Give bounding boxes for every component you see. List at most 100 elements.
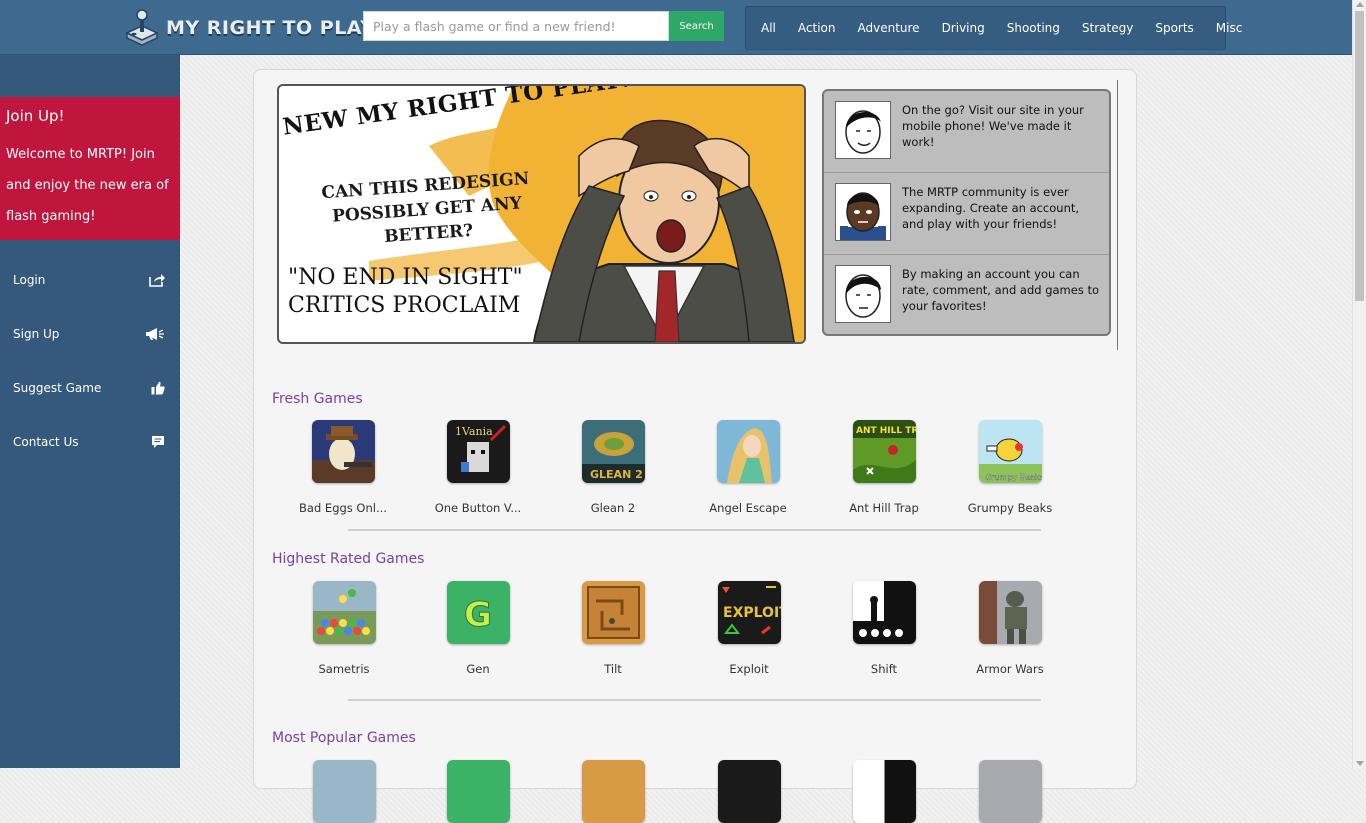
game-tile[interactable] [950, 760, 1070, 823]
category-misc[interactable]: Misc [1205, 21, 1254, 35]
game-thumbnail [581, 760, 645, 823]
logo-text: MY RIGHT TO PLAY [166, 17, 375, 39]
game-tile[interactable]: Bad Eggs Onl... [283, 420, 403, 515]
game-tile[interactable]: Grumpy Beaks Grumpy Beaks [950, 420, 1070, 515]
game-title: Ant Hill Trap [849, 501, 919, 515]
chat-icon [152, 436, 164, 448]
game-tile[interactable]: Tilt [553, 581, 673, 676]
svg-text:1Vania: 1Vania [455, 425, 493, 438]
game-title: Armor Wars [976, 662, 1044, 676]
section-divider [348, 529, 1041, 531]
search-form: Search [363, 11, 724, 41]
game-tile[interactable]: GLEAN 2 Glean 2 [553, 420, 673, 515]
game-thumbnail: Grumpy Beaks [978, 420, 1042, 483]
game-tile[interactable]: 1Vania One Button V... [418, 420, 538, 515]
category-shooting[interactable]: Shooting [996, 21, 1071, 35]
game-tile[interactable]: Armor Wars [950, 581, 1070, 676]
game-tile[interactable] [284, 760, 404, 823]
game-thumbnail: 1Vania [446, 420, 510, 483]
tip-item: The MRTP community is ever expanding. Cr… [824, 173, 1109, 255]
section-title-fresh-games[interactable]: Fresh Games [272, 391, 363, 407]
category-strategy[interactable]: Strategy [1071, 21, 1144, 35]
sidebar-item-contact-us[interactable]: Contact Us [0, 422, 180, 462]
site-logo[interactable]: MY RIGHT TO PLAY [124, 8, 374, 48]
game-thumbnail [978, 760, 1042, 823]
game-thumbnail [581, 581, 645, 644]
game-title: Exploit [729, 662, 769, 676]
game-thumbnail [852, 581, 916, 644]
game-thumbnail [312, 760, 376, 823]
avatar [835, 265, 891, 323]
tip-text: By making an account you can rate, comme… [902, 267, 1100, 313]
search-button[interactable]: Search [669, 11, 724, 41]
joystick-icon [125, 9, 159, 46]
avatar [835, 101, 891, 159]
svg-text:ANT HILL TRAP: ANT HILL TRAP [856, 426, 916, 436]
game-tile[interactable]: ANT HILL TRAP Ant Hill Trap [824, 420, 944, 515]
category-driving[interactable]: Driving [931, 21, 996, 35]
category-adventure[interactable]: Adventure [846, 21, 930, 35]
game-thumbnail: EXPLOIT [717, 581, 781, 644]
divider-line [1117, 80, 1118, 350]
game-tile[interactable] [824, 760, 944, 823]
game-thumbnail: GLEAN 2 [581, 420, 645, 483]
game-tile[interactable]: EXPLOIT Exploit [689, 581, 809, 676]
page-scrollbar[interactable] [1352, 0, 1366, 768]
game-title: Grumpy Beaks [967, 501, 1053, 515]
category-action[interactable]: Action [787, 21, 847, 35]
sidebar-item-label: Sign Up [13, 327, 60, 341]
sidebar-item-sign-up[interactable]: Sign Up [0, 314, 180, 354]
svg-text:G: G [464, 595, 492, 635]
game-thumbnail [852, 760, 916, 823]
game-title: Sametris [318, 662, 370, 676]
sidebar-item-label: Contact Us [13, 435, 79, 449]
category-sports[interactable]: Sports [1144, 21, 1204, 35]
svg-text:GLEAN 2: GLEAN 2 [590, 468, 643, 481]
section-title-highest-rated[interactable]: Highest Rated Games [272, 551, 424, 567]
category-all[interactable]: All [750, 21, 787, 35]
game-tile[interactable]: Angel Escape [688, 420, 808, 515]
scroll-up-arrow-icon[interactable] [1356, 2, 1364, 7]
scroll-thumb[interactable] [1355, 11, 1364, 301]
game-tile[interactable]: G Gen [418, 581, 538, 676]
svg-text:EXPLOIT: EXPLOIT [723, 605, 781, 621]
sidebar-item-label: Login [13, 273, 46, 287]
avatar [835, 183, 891, 241]
tip-text: On the go? Visit our site in your mobile… [902, 103, 1084, 149]
game-thumbnail: G [446, 581, 510, 644]
game-title: Bad Eggs Onl... [299, 501, 387, 515]
tips-panel: On the go? Visit our site in your mobile… [822, 89, 1111, 336]
game-tile[interactable]: Sametris [284, 581, 404, 676]
tip-item: By making an account you can rate, comme… [824, 255, 1109, 334]
game-thumbnail [978, 581, 1042, 644]
game-thumbnail [311, 420, 375, 483]
thumbs-up-icon [151, 381, 165, 395]
sidebar-item-suggest-game[interactable]: Suggest Game [0, 368, 180, 408]
tip-text: The MRTP community is ever expanding. Cr… [902, 185, 1080, 231]
game-thumbnail: ANT HILL TRAP [852, 420, 916, 483]
game-title: Angel Escape [709, 501, 787, 515]
game-tile[interactable]: Shift [824, 581, 944, 676]
join-up-text: Welcome to MRTP! Join and enjoy the new … [6, 147, 169, 224]
game-title: Gen [466, 662, 490, 676]
game-tile[interactable] [689, 760, 809, 823]
tip-item: On the go? Visit our site in your mobile… [824, 91, 1109, 173]
banner-quote: "NO END IN SIGHT" CRITICS PROCLAIM [288, 265, 523, 318]
top-navigation-bar: MY RIGHT TO PLAY Search All Action Adven… [0, 0, 1352, 55]
section-divider [348, 699, 1041, 701]
game-tile[interactable] [418, 760, 538, 823]
game-title: Glean 2 [590, 501, 636, 515]
game-title: One Button V... [434, 501, 522, 515]
join-up-title: Join Up! [6, 107, 65, 125]
promo-banner[interactable]: NEW MY RIGHT TO PLAY! CAN THIS REDESIGN … [277, 84, 806, 344]
sidebar-item-login[interactable]: Login [0, 260, 180, 300]
svg-text:Grumpy Beaks: Grumpy Beaks [985, 473, 1042, 482]
search-input[interactable] [363, 11, 669, 41]
scroll-down-arrow-icon[interactable] [1356, 761, 1364, 766]
game-title: Tilt [604, 662, 622, 676]
game-tile[interactable] [553, 760, 673, 823]
section-title-most-popular[interactable]: Most Popular Games [272, 730, 416, 746]
sidebar: Join Up! Welcome to MRTP! Join and enjoy… [0, 55, 180, 768]
game-title: Shift [870, 662, 898, 676]
join-up-box: Join Up! Welcome to MRTP! Join and enjoy… [0, 97, 180, 240]
